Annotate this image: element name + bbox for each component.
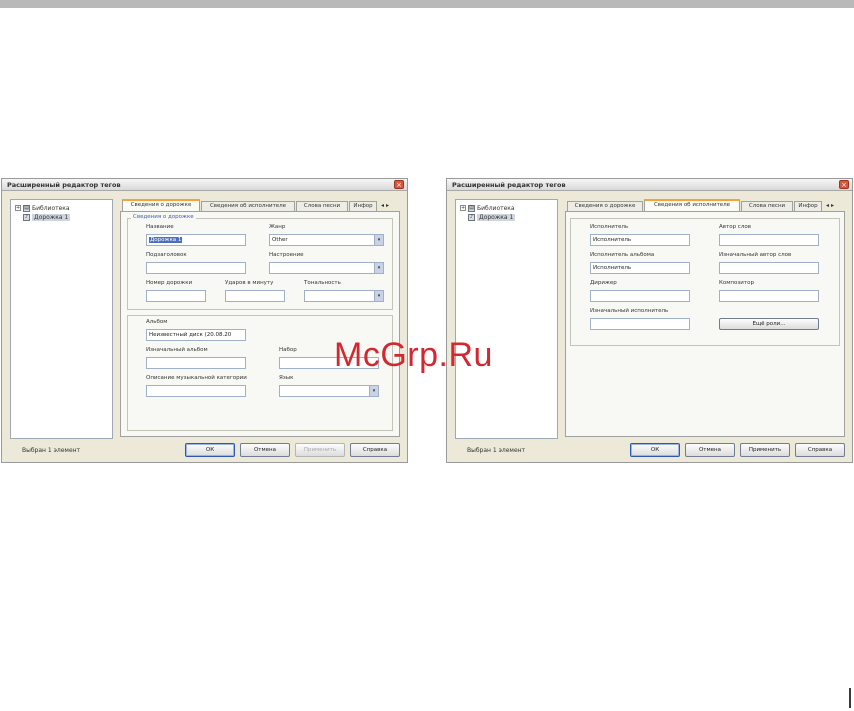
title-bar: Расширенный редактор тегов × — [447, 179, 852, 191]
album-artist-field[interactable]: Исполнитель — [590, 262, 690, 274]
ok-button[interactable]: ОК — [185, 443, 235, 457]
language-label: Язык — [279, 375, 294, 381]
lyricist-field[interactable] — [719, 234, 819, 246]
chevron-down-icon: ▾ — [374, 263, 383, 273]
dialog-title: Расширенный редактор тегов — [452, 181, 566, 189]
lyricist-label: Автор слов — [719, 224, 751, 230]
tab-track-info[interactable]: Сведения о дорожке — [122, 199, 200, 211]
tag-editor-dialog-track-info: Расширенный редактор тегов × + ▤ Библиот… — [1, 178, 408, 463]
watermark-text: McGrp.Ru — [334, 336, 493, 374]
library-tree: + ▤ Библиотека ♪ Дорожка 1 — [10, 199, 113, 439]
original-artist-field[interactable] — [590, 318, 690, 330]
tab-info[interactable]: Инфор — [794, 201, 822, 211]
original-album-label: Изначальный альбом — [146, 347, 208, 353]
tab-lyrics[interactable]: Слова песни — [296, 201, 348, 211]
tree-item-label: Библиотека — [477, 204, 515, 212]
library-icon: ▤ — [468, 204, 475, 212]
tree-item-label: Дорожка 1 — [32, 213, 71, 221]
close-icon: × — [841, 181, 847, 189]
title-field[interactable]: Дорожка 1 — [146, 234, 246, 246]
selection-status: Выбран 1 элемент — [467, 447, 526, 454]
conductor-field[interactable] — [590, 290, 690, 302]
original-artist-label: Изначальный исполнитель — [590, 308, 669, 314]
set-label: Набор — [279, 347, 297, 353]
tab-info[interactable]: Инфор — [349, 201, 377, 211]
content-group-field[interactable] — [146, 385, 246, 397]
library-tree: + ▤ Библиотека ♪ Дорожка 1 — [455, 199, 558, 439]
tree-item-track[interactable]: ♪ Дорожка 1 — [468, 213, 516, 221]
track-number-label: Номер дорожки — [146, 280, 193, 286]
genre-label: Жанр — [269, 224, 286, 230]
top-gray-bar — [0, 0, 854, 8]
apply-button[interactable]: Применить — [295, 443, 345, 457]
tab-artist-info[interactable]: Сведения об исполнителе — [644, 199, 740, 211]
key-label: Тональность — [304, 280, 341, 286]
composer-field[interactable] — [719, 290, 819, 302]
title-label: Название — [146, 224, 174, 230]
tab-scroll-arrows[interactable]: ◂ ▸ — [823, 202, 837, 210]
track-icon: ♪ — [23, 213, 30, 221]
close-icon: × — [396, 181, 402, 189]
group-title: Сведения о дорожке — [131, 214, 196, 220]
expand-icon[interactable]: + — [460, 205, 466, 211]
subtitle-field[interactable] — [146, 262, 246, 274]
ok-button[interactable]: ОК — [630, 443, 680, 457]
composer-label: Композитор — [719, 280, 754, 286]
language-dropdown[interactable]: ▾ — [279, 385, 379, 397]
tree-item-library[interactable]: + ▤ Библиотека — [460, 204, 515, 212]
tab-scroll-arrows[interactable]: ◂ ▸ — [378, 202, 392, 210]
original-album-field[interactable] — [146, 357, 246, 369]
album-artist-label: Исполнитель альбома — [590, 252, 655, 258]
tab-panel: Сведения о дорожке Название Дорожка 1 Жа… — [120, 211, 400, 437]
bpm-label: Ударов в минуту — [225, 280, 274, 286]
title-bar: Расширенный редактор тегов × — [2, 179, 407, 191]
tab-panel: Исполнитель Исполнитель Автор слов Испол… — [565, 211, 845, 437]
mood-label: Настроение — [269, 252, 304, 258]
mood-dropdown[interactable]: ▾ — [269, 262, 384, 274]
chevron-down-icon: ▾ — [369, 386, 378, 396]
library-icon: ▤ — [23, 204, 30, 212]
bpm-field[interactable] — [225, 290, 285, 302]
help-button[interactable]: Справка — [350, 443, 400, 457]
tab-track-info[interactable]: Сведения о дорожке — [567, 201, 643, 211]
key-dropdown[interactable]: ▾ — [304, 290, 384, 302]
selection-status: Выбран 1 элемент — [22, 447, 81, 454]
tag-editor-dialog-artist-info: Расширенный редактор тегов × + ▤ Библиот… — [446, 178, 853, 463]
conductor-label: Дирижер — [590, 280, 617, 286]
close-button[interactable]: × — [839, 180, 849, 189]
close-button[interactable]: × — [394, 180, 404, 189]
content-group-label: Описание музыкальной категории — [146, 375, 247, 381]
cancel-button[interactable]: Отмена — [685, 443, 735, 457]
tab-lyrics[interactable]: Слова песни — [741, 201, 793, 211]
help-button[interactable]: Справка — [795, 443, 845, 457]
tree-item-label: Библиотека — [32, 204, 70, 212]
subtitle-label: Подзаголовок — [146, 252, 187, 258]
chevron-down-icon: ▾ — [374, 291, 383, 301]
tree-item-track[interactable]: ♪ Дорожка 1 — [23, 213, 71, 221]
expand-icon[interactable]: + — [15, 205, 21, 211]
tab-artist-info[interactable]: Сведения об исполнителе — [201, 201, 295, 211]
page-edge-mark — [849, 688, 851, 708]
tree-item-library[interactable]: + ▤ Библиотека — [15, 204, 70, 212]
track-number-field[interactable] — [146, 290, 206, 302]
original-lyricist-field[interactable] — [719, 262, 819, 274]
more-roles-button[interactable]: Ещё роли... — [719, 318, 819, 330]
cancel-button[interactable]: Отмена — [240, 443, 290, 457]
artist-field[interactable]: Исполнитель — [590, 234, 690, 246]
chevron-down-icon: ▾ — [374, 235, 383, 245]
genre-dropdown[interactable]: Other ▾ — [269, 234, 384, 246]
dialog-title: Расширенный редактор тегов — [7, 181, 121, 189]
album-label: Альбом — [146, 319, 168, 325]
track-icon: ♪ — [468, 213, 475, 221]
original-lyricist-label: Изначальный автор слов — [719, 252, 792, 258]
apply-button[interactable]: Применить — [740, 443, 790, 457]
tree-item-label: Дорожка 1 — [477, 213, 516, 221]
album-field[interactable]: Неизвестный диск (20.08.20 — [146, 329, 246, 341]
artist-label: Исполнитель — [590, 224, 629, 230]
